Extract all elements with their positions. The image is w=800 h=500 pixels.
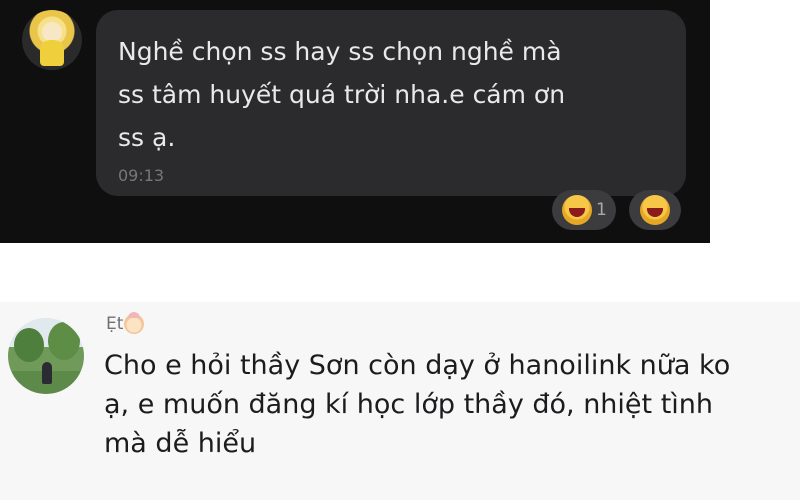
comment-line: mà dễ hiểu: [104, 428, 257, 459]
reaction-count: 1: [596, 200, 607, 220]
message-text: Nghề chọn ss hay ss chọn nghề mà ss tâm …: [118, 30, 678, 159]
sender-avatar[interactable]: [22, 10, 82, 70]
avatar-person: [42, 362, 52, 384]
commenter-avatar[interactable]: [8, 318, 84, 394]
message-timestamp: 09:13: [118, 166, 165, 185]
message-line: Nghề chọn ss hay ss chọn nghề mà: [118, 37, 562, 66]
haha-reaction-icon: [562, 195, 592, 225]
commenter-name-text: Ẹt: [106, 314, 124, 334]
comment-text: Cho e hỏi thầy Sơn còn dạy ở hanoilink n…: [104, 346, 784, 463]
screenshot-canvas: Nghề chọn ss hay ss chọn nghề mà ss tâm …: [0, 0, 800, 500]
avatar-figure: [40, 40, 64, 66]
comment-line: ạ, e muốn đăng kí học lớp thầy đó, nhiệt…: [104, 389, 714, 420]
commenter-name[interactable]: Ẹt: [106, 312, 145, 334]
message-line: ss ạ.: [118, 123, 176, 152]
avatar-face: [42, 22, 62, 42]
haha-reaction-icon: [640, 195, 670, 225]
add-reaction-button[interactable]: [629, 190, 681, 230]
reaction-chip[interactable]: 1: [552, 190, 616, 230]
baby-emoji-icon: [124, 312, 145, 334]
comment-line: Cho e hỏi thầy Sơn còn dạy ở hanoilink n…: [104, 350, 731, 381]
avatar-tree: [14, 328, 44, 362]
message-line: ss tâm huyết quá trời nha.e cám ơn: [118, 80, 566, 109]
avatar-tree: [48, 322, 80, 360]
